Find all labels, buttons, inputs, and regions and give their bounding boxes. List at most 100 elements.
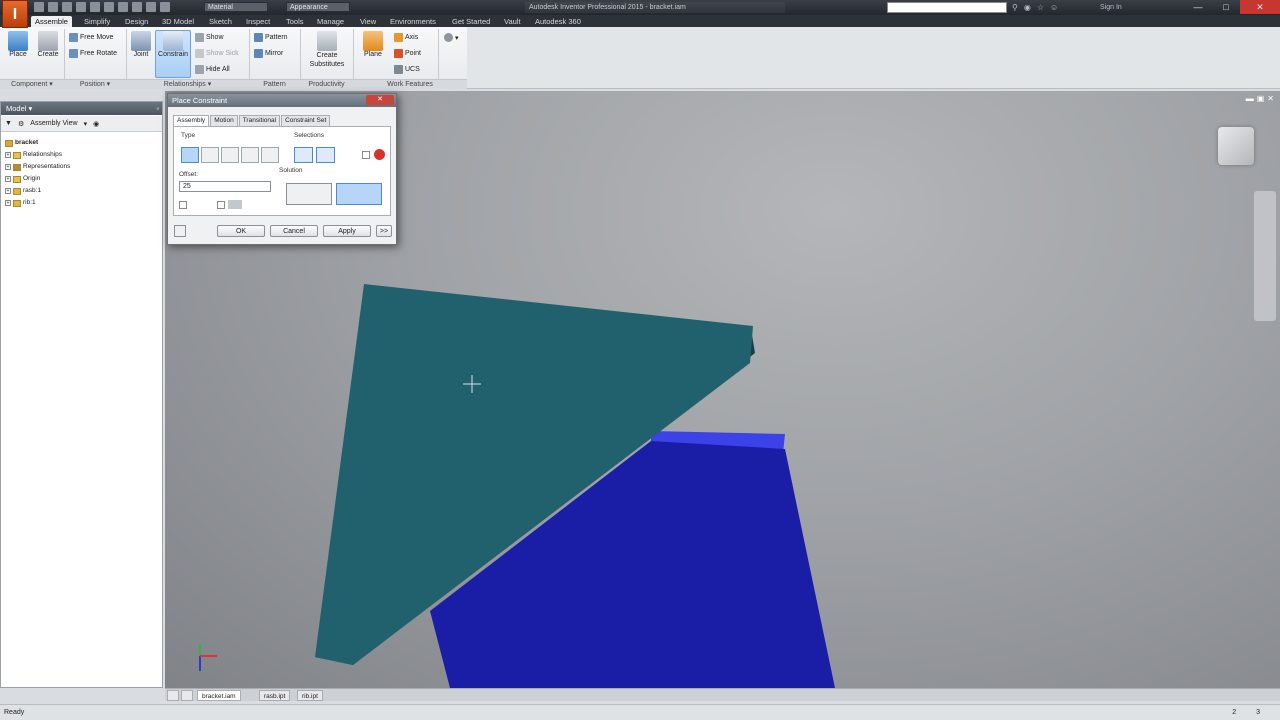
cascade-icon[interactable]	[181, 690, 193, 701]
update-icon[interactable]	[132, 2, 142, 12]
tab-view[interactable]: View	[356, 16, 380, 27]
show-preview-checkbox[interactable]	[179, 201, 187, 209]
tab-assemble[interactable]: Assemble	[31, 16, 72, 27]
create-substitutes-button[interactable]: Create Substitutes	[304, 31, 350, 77]
predict-offset-checkbox[interactable]	[217, 201, 225, 209]
first-part-checkbox[interactable]	[362, 151, 370, 159]
expand-icon[interactable]: +	[5, 200, 11, 206]
star-icon[interactable]: ☆	[1037, 3, 1044, 12]
home-icon[interactable]	[104, 2, 114, 12]
new-icon[interactable]	[34, 2, 44, 12]
save-icon[interactable]	[62, 2, 72, 12]
redo-icon[interactable]	[90, 2, 100, 12]
offset-input[interactable]: 25	[179, 181, 271, 192]
doc-tab-bracket[interactable]: bracket.iam	[197, 690, 241, 701]
tree-item-relationships[interactable]: + Relationships	[5, 149, 70, 161]
help-search-input[interactable]	[887, 2, 1007, 13]
apply-button[interactable]: Apply	[323, 225, 371, 237]
select-icon[interactable]	[146, 2, 156, 12]
tree-item-bracket[interactable]: bracket	[5, 137, 70, 149]
pattern-button[interactable]: Pattern	[254, 33, 288, 42]
free-rotate-button[interactable]: Free Rotate	[69, 49, 117, 58]
doc-tab-rasb[interactable]: rasb.ipt	[259, 690, 291, 701]
panel-component[interactable]: Component ▾	[0, 79, 64, 89]
mate-solution-button[interactable]	[286, 183, 332, 205]
help-icon[interactable]	[174, 225, 186, 237]
selection-2-button[interactable]	[316, 147, 335, 163]
print-icon[interactable]	[118, 2, 128, 12]
ok-button[interactable]: OK	[217, 225, 265, 237]
flush-solution-button[interactable]	[336, 183, 382, 205]
assembly-view-dropdown[interactable]: Assembly View	[30, 120, 77, 127]
panel-relationships[interactable]: Relationships ▾	[126, 79, 249, 89]
ribbon-options-button[interactable]: ▾	[444, 33, 459, 42]
dialog-title-bar[interactable]: Place Constraint ✕	[168, 94, 396, 107]
tab-manage[interactable]: Manage	[313, 16, 348, 27]
browser-close-icon[interactable]: ▫	[156, 102, 159, 115]
viewport-close-icon[interactable]: ✕	[1267, 94, 1274, 103]
tangent-constraint-button[interactable]	[221, 147, 239, 163]
undo-icon[interactable]	[76, 2, 86, 12]
angle-constraint-button[interactable]	[201, 147, 219, 163]
tab-environments[interactable]: Environments	[386, 16, 440, 27]
tree-item-rib[interactable]: + rib:1	[5, 197, 70, 209]
tab-autodesk-360[interactable]: Autodesk 360	[531, 16, 585, 27]
more-button[interactable]: >>	[376, 225, 392, 237]
user-icon[interactable]: ☺	[1050, 3, 1058, 12]
settings-icon[interactable]	[160, 2, 170, 12]
symmetry-constraint-button[interactable]	[261, 147, 279, 163]
material-select[interactable]: Material	[204, 2, 268, 12]
close-button[interactable]: ✕	[1240, 0, 1280, 14]
dialog-close-button[interactable]: ✕	[366, 95, 394, 105]
tab-motion[interactable]: Motion	[210, 115, 238, 126]
tab-sketch[interactable]: Sketch	[205, 16, 236, 27]
viewcube[interactable]	[1218, 127, 1254, 165]
tab-design[interactable]: Design	[121, 16, 152, 27]
axis-button[interactable]: Axis	[394, 33, 418, 42]
filter-icon[interactable]: ▼	[5, 120, 12, 127]
tab-3d-model[interactable]: 3D Model	[158, 16, 198, 27]
hide-all-button[interactable]: Hide All	[195, 65, 230, 74]
mirror-button[interactable]: Mirror	[254, 49, 283, 58]
tree-item-rasb[interactable]: + rasb:1	[5, 185, 70, 197]
minimize-button[interactable]: —	[1184, 0, 1212, 14]
tab-transitional[interactable]: Transitional	[238, 115, 281, 126]
show-button[interactable]: Show	[195, 33, 224, 42]
open-icon[interactable]	[48, 2, 58, 12]
chevron-down-icon[interactable]: ▾	[84, 120, 88, 128]
viewport-minimize-icon[interactable]: ▬	[1246, 94, 1254, 103]
constrain-button[interactable]: Constrain	[155, 30, 191, 78]
tile-icon[interactable]	[167, 690, 179, 701]
panel-position[interactable]: Position ▾	[64, 79, 126, 89]
show-preview-icon[interactable]	[374, 149, 385, 160]
tab-assembly[interactable]: Assembly	[173, 115, 210, 126]
selection-1-button[interactable]	[294, 147, 313, 163]
joint-button[interactable]: Joint	[129, 31, 153, 77]
tree-item-representations[interactable]: + Representations	[5, 161, 70, 173]
tab-vault[interactable]: Vault	[500, 16, 525, 27]
tab-tools[interactable]: Tools	[282, 16, 308, 27]
free-move-button[interactable]: Free Move	[69, 33, 113, 42]
place-button[interactable]: Place	[4, 31, 32, 77]
binoculars-icon[interactable]: ◉	[93, 120, 99, 128]
expand-icon[interactable]: +	[5, 176, 11, 182]
point-button[interactable]: Point	[394, 49, 421, 58]
cancel-button[interactable]: Cancel	[270, 225, 318, 237]
sign-in-link[interactable]: Sign In	[1100, 2, 1122, 13]
browser-title[interactable]: Model ▾	[6, 104, 32, 113]
create-button[interactable]: Create	[34, 31, 62, 77]
binoculars-icon[interactable]: ◉	[1024, 3, 1031, 12]
navigation-bar[interactable]	[1254, 191, 1276, 321]
tree-item-origin[interactable]: + Origin	[5, 173, 70, 185]
ucs-button[interactable]: UCS	[394, 65, 420, 74]
maximize-button[interactable]: □	[1212, 0, 1240, 14]
tab-simplify[interactable]: Simplify	[80, 16, 114, 27]
insert-constraint-button[interactable]	[241, 147, 259, 163]
tab-constraint-set[interactable]: Constraint Set	[281, 115, 331, 126]
show-sick-button[interactable]: Show Sick	[195, 49, 239, 58]
plane-button[interactable]: Plane	[358, 31, 388, 77]
tab-inspect[interactable]: Inspect	[242, 16, 274, 27]
viewport-restore-icon[interactable]: ▣	[1257, 94, 1265, 103]
app-logo[interactable]: I	[2, 0, 28, 28]
search-icon[interactable]: ⚲	[1012, 3, 1018, 12]
